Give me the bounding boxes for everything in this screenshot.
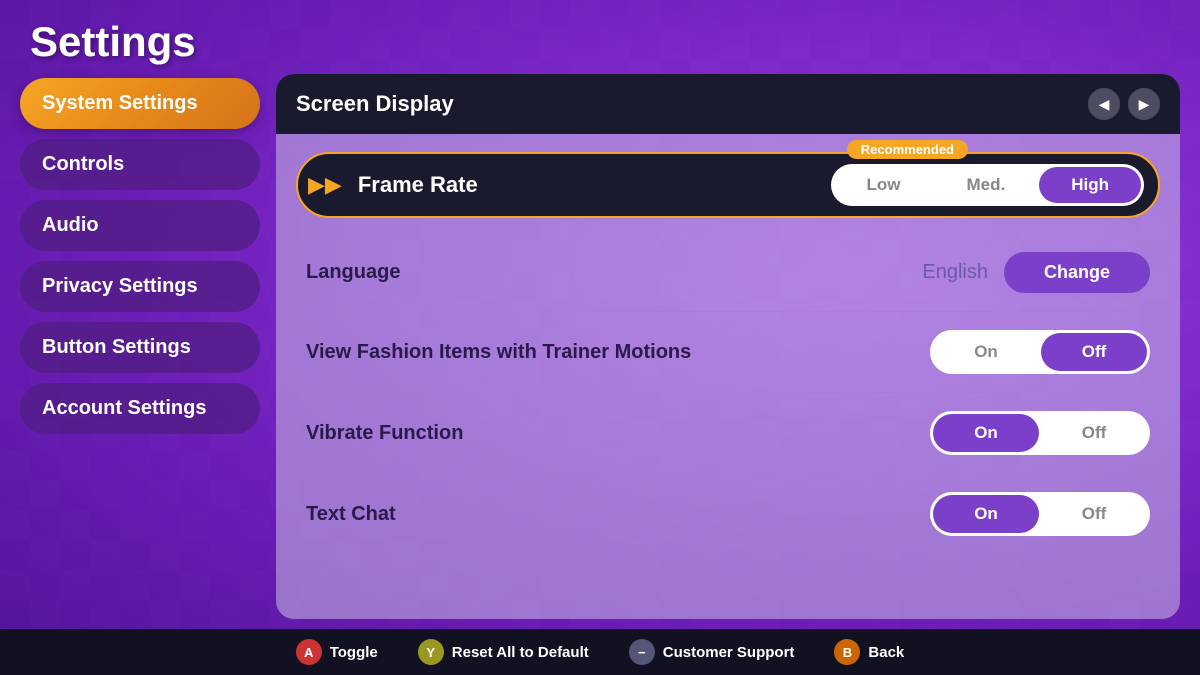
sidebar-item-controls[interactable]: Controls (20, 139, 260, 190)
page-title: Settings (0, 0, 1200, 74)
arrow-icon: ▶▶ (308, 172, 342, 198)
vibrate-on[interactable]: On (933, 414, 1039, 452)
header-icon-1[interactable]: ◀ (1088, 88, 1120, 120)
sidebar-item-audio[interactable]: Audio (20, 200, 260, 251)
back-label: Back (868, 644, 904, 661)
fashion-items-on[interactable]: On (933, 333, 1039, 371)
fashion-items-label: View Fashion Items with Trainer Motions (306, 341, 930, 364)
vibrate-label: Vibrate Function (306, 422, 930, 445)
fashion-items-off[interactable]: Off (1041, 333, 1147, 371)
language-value: English (922, 261, 988, 284)
language-label: Language (306, 261, 922, 284)
content-panel: Screen Display ◀ ▶ Recommended ▶▶ Frame … (276, 74, 1180, 619)
recommended-badge: Recommended (847, 140, 968, 159)
frame-rate-row: Recommended ▶▶ Frame Rate Low Med. High (296, 152, 1160, 218)
sidebar-item-account-settings[interactable]: Account Settings (20, 383, 260, 434)
sidebar-item-system-settings[interactable]: System Settings (20, 78, 260, 129)
panel-header-title: Screen Display (296, 91, 454, 117)
toggle-label: Toggle (330, 644, 378, 661)
support-label: Customer Support (663, 644, 795, 661)
frame-rate-toggle-group: Low Med. High (831, 164, 1144, 206)
reset-label: Reset All to Default (452, 644, 589, 661)
language-row: Language English Change (296, 234, 1160, 312)
frame-rate-low[interactable]: Low (834, 167, 932, 203)
y-button-icon: Y (418, 639, 444, 665)
text-chat-off[interactable]: Off (1041, 495, 1147, 533)
panel-header-icons: ◀ ▶ (1088, 88, 1160, 120)
text-chat-on[interactable]: On (933, 495, 1039, 533)
sidebar-item-button-settings[interactable]: Button Settings (20, 322, 260, 373)
bottom-action-back: B Back (834, 639, 904, 665)
minus-button-icon: − (629, 639, 655, 665)
fashion-items-row: View Fashion Items with Trainer Motions … (296, 312, 1160, 393)
b-button-icon: B (834, 639, 860, 665)
panel-header: Screen Display ◀ ▶ (276, 74, 1180, 134)
bottom-action-toggle: A Toggle (296, 639, 378, 665)
a-button-icon: A (296, 639, 322, 665)
bottom-action-support: − Customer Support (629, 639, 795, 665)
language-change-button[interactable]: Change (1004, 252, 1150, 293)
frame-rate-label: Frame Rate (352, 172, 832, 198)
fashion-items-toggle-group: On Off (930, 330, 1150, 374)
vibrate-row: Vibrate Function On Off (296, 393, 1160, 474)
vibrate-off[interactable]: Off (1041, 414, 1147, 452)
text-chat-row: Text Chat On Off (296, 474, 1160, 554)
frame-rate-high[interactable]: High (1039, 167, 1141, 203)
bottom-action-reset: Y Reset All to Default (418, 639, 589, 665)
bottom-bar: A Toggle Y Reset All to Default − Custom… (0, 629, 1200, 675)
vibrate-toggle-group: On Off (930, 411, 1150, 455)
text-chat-toggle-group: On Off (930, 492, 1150, 536)
text-chat-label: Text Chat (306, 503, 930, 526)
frame-rate-med[interactable]: Med. (934, 167, 1037, 203)
sidebar-item-privacy-settings[interactable]: Privacy Settings (20, 261, 260, 312)
sidebar: System Settings Controls Audio Privacy S… (20, 74, 260, 619)
settings-content: Recommended ▶▶ Frame Rate Low Med. High … (276, 134, 1180, 574)
header-icon-2[interactable]: ▶ (1128, 88, 1160, 120)
